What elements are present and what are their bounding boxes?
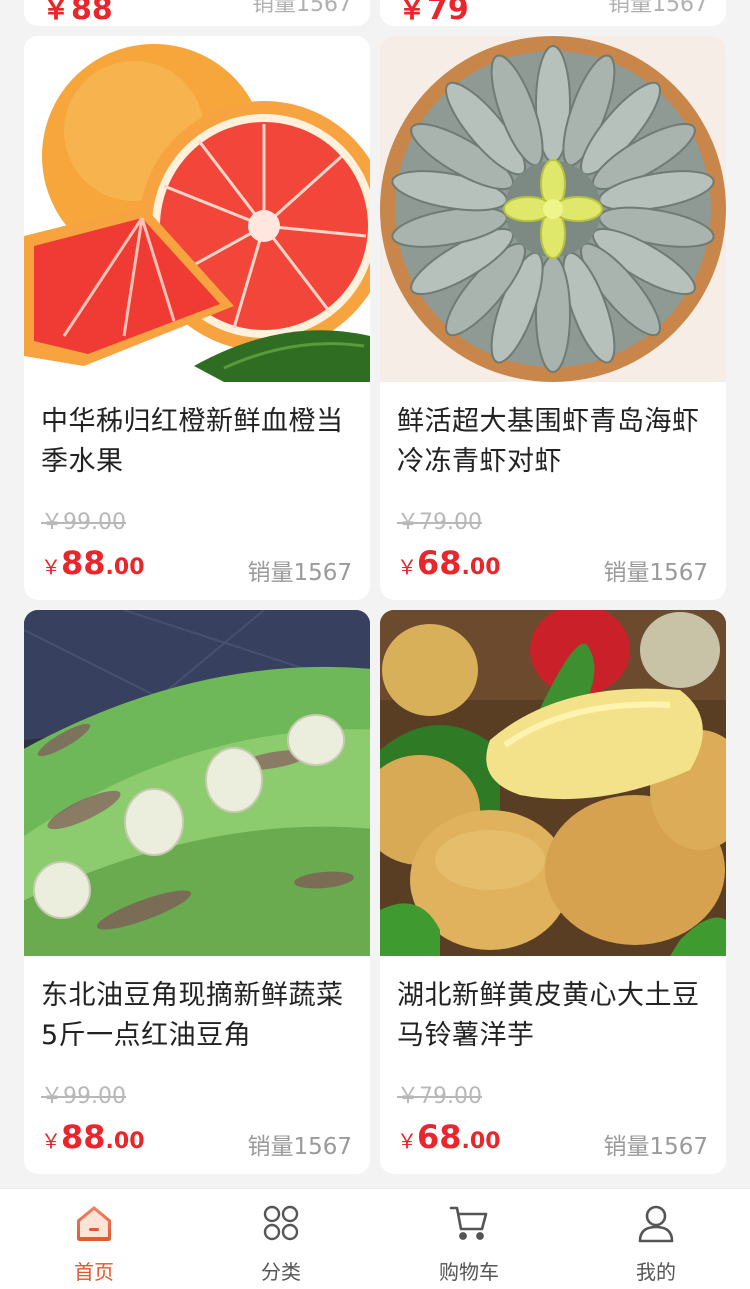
- product-image-blood-orange[interactable]: [24, 36, 370, 382]
- sales-count: 销量1567: [252, 0, 352, 17]
- product-title: 湖北新鲜黄皮黄心大土豆马铃薯洋芋: [397, 980, 700, 1051]
- product-title: 鲜活超大基围虾青岛海虾冷冻青虾对虾: [397, 406, 700, 477]
- home-icon: [74, 1203, 114, 1243]
- price-decimal: .00: [105, 1129, 145, 1154]
- currency-symbol: ￥: [397, 555, 417, 579]
- tab-category-label: 分类: [261, 1260, 301, 1284]
- cart-icon: [449, 1203, 489, 1243]
- price-integer: 68: [417, 544, 462, 582]
- price-integer: 88: [61, 544, 106, 582]
- tab-cart[interactable]: 购物车: [375, 1189, 563, 1289]
- original-price: ￥99.00: [41, 510, 126, 535]
- price-integer: 79: [427, 0, 469, 26]
- bottom-tab-bar: 首页 分类 购物车 我的: [0, 1188, 750, 1289]
- profile-icon: [636, 1203, 676, 1243]
- product-title: 东北油豆角现摘新鲜蔬菜5斤一点红油豆角: [41, 980, 344, 1051]
- price: ￥88: [41, 0, 113, 26]
- sales-count: 销量1567: [247, 1134, 352, 1160]
- product-image-green-beans[interactable]: [24, 610, 370, 956]
- product-card[interactable]: 东北油豆角现摘新鲜蔬菜5斤一点红油豆角 ￥99.00 ￥88.00 销量1567: [24, 610, 370, 1174]
- original-price: ￥99.00: [41, 1084, 126, 1109]
- tab-category[interactable]: 分类: [187, 1189, 375, 1289]
- original-price: ￥79.00: [397, 510, 482, 535]
- price-integer: 68: [417, 1118, 462, 1156]
- sales-count: 销量1567: [603, 1134, 708, 1160]
- product-grid: ￥88 销量1567 ￥79 销量1567 中华秭归红橙新鲜血橙当季水果 ￥99…: [0, 0, 750, 1188]
- product-card[interactable]: 湖北新鲜黄皮黄心大土豆马铃薯洋芋 ￥79.00 ￥68.00 销量1567: [380, 610, 726, 1174]
- tab-profile[interactable]: 我的: [562, 1189, 750, 1289]
- price-integer: 88: [71, 0, 113, 26]
- currency-symbol: ￥: [41, 555, 61, 579]
- sales-count: 销量1567: [608, 0, 708, 17]
- currency-symbol: ￥: [397, 1129, 417, 1153]
- price: ￥79: [397, 0, 469, 26]
- tab-profile-label: 我的: [636, 1260, 676, 1284]
- price-integer: 88: [61, 1118, 106, 1156]
- price: ￥68.00: [397, 1118, 501, 1156]
- product-card-partial[interactable]: ￥88 销量1567: [24, 0, 370, 26]
- currency-symbol: ￥: [41, 1129, 61, 1153]
- tab-cart-label: 购物车: [439, 1260, 499, 1284]
- price: ￥88.00: [41, 1118, 145, 1156]
- sales-count: 销量1567: [603, 560, 708, 586]
- category-icon: [261, 1203, 301, 1243]
- sales-count: 销量1567: [247, 560, 352, 586]
- price-decimal: .00: [461, 555, 501, 580]
- price: ￥68.00: [397, 544, 501, 582]
- price-decimal: .00: [461, 1129, 501, 1154]
- product-card[interactable]: 鲜活超大基围虾青岛海虾冷冻青虾对虾 ￥79.00 ￥68.00 销量1567: [380, 36, 726, 600]
- tab-home[interactable]: 首页: [0, 1189, 188, 1289]
- price-decimal: .00: [105, 555, 145, 580]
- product-card[interactable]: 中华秭归红橙新鲜血橙当季水果 ￥99.00 ￥88.00 销量1567: [24, 36, 370, 600]
- product-title: 中华秭归红橙新鲜血橙当季水果: [41, 406, 344, 477]
- product-card-partial[interactable]: ￥79 销量1567: [380, 0, 726, 26]
- product-image-potatoes[interactable]: [380, 610, 726, 956]
- original-price: ￥79.00: [397, 1084, 482, 1109]
- price: ￥88.00: [41, 544, 145, 582]
- tab-home-label: 首页: [74, 1260, 114, 1284]
- product-image-shrimp[interactable]: [380, 36, 726, 382]
